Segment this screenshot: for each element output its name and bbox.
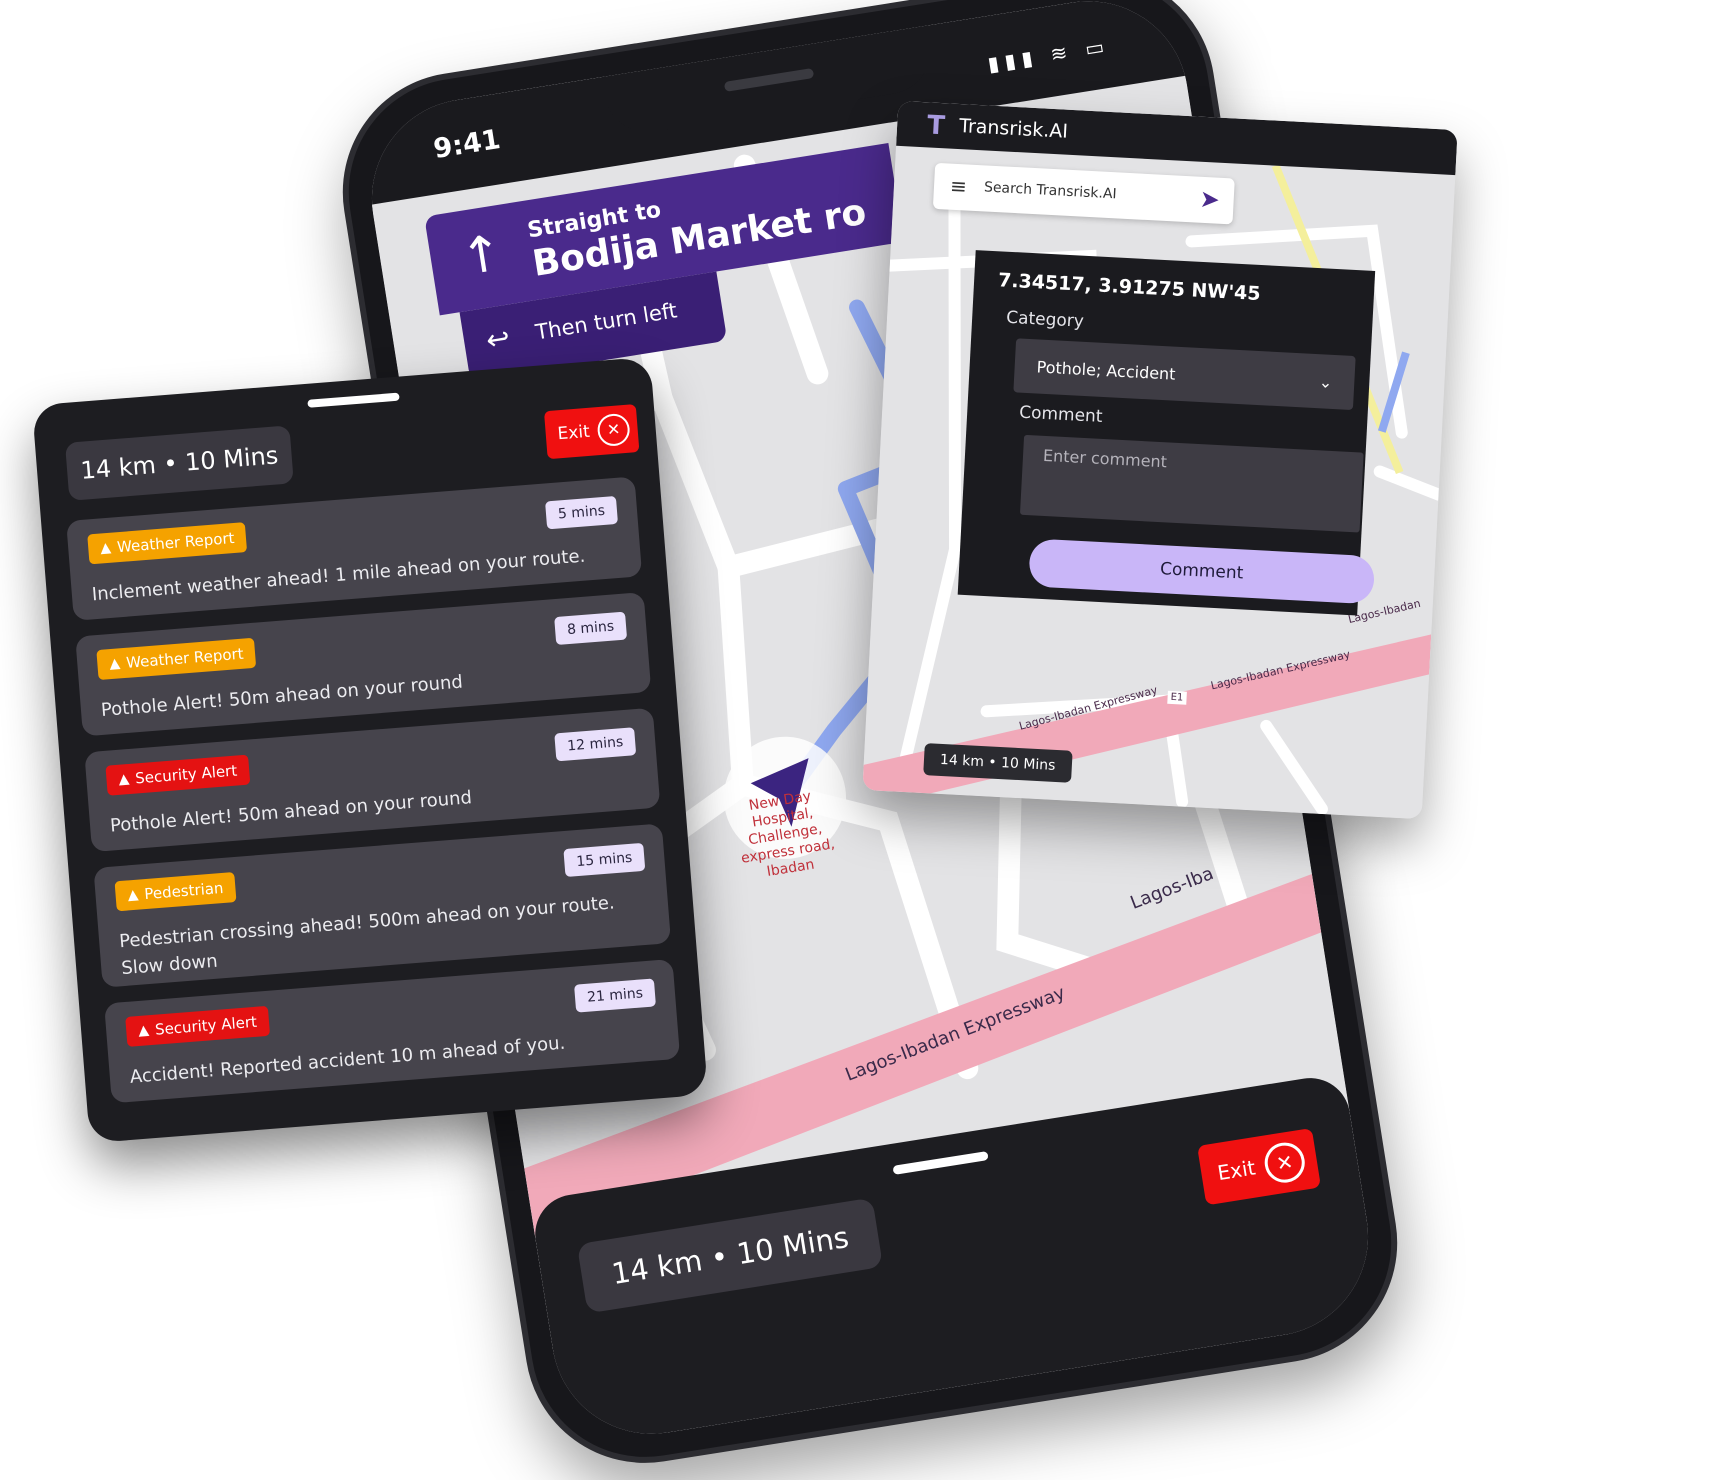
time-badge: 15 mins [563, 842, 646, 878]
up-arrow-icon: ↑ [456, 223, 508, 287]
turn-left-icon: ↩ [483, 320, 513, 358]
sheet-handle[interactable] [307, 392, 400, 408]
comment-button[interactable]: Comment [1028, 538, 1376, 605]
warning-icon: ▲ [137, 1022, 150, 1040]
exit-label: Exit [556, 421, 591, 445]
comment-label: Comment [1018, 402, 1103, 427]
category-badge: ▲ Weather Report [87, 522, 248, 565]
chevron-down-icon: ⌄ [1318, 371, 1333, 392]
comment-field[interactable]: Enter comment [1019, 434, 1364, 533]
report-form: 7.34517, 3.91275 NW'45 Category Pothole;… [957, 250, 1376, 616]
category-label: Category [1005, 307, 1085, 332]
alert-card[interactable]: ▲ Pedestrian 15 mins Pedestrian crossing … [93, 823, 672, 988]
status-time: 9:41 [431, 123, 503, 166]
alert-list: ▲ Weather Report 5 mins Inclement weather… [66, 476, 681, 1119]
road-code-badge: E1 [1167, 690, 1187, 705]
eta-pill: 14 km • 10 Mins [64, 425, 294, 501]
transrisk-logo-icon: T [926, 110, 946, 142]
category-label: Pedestrian [143, 878, 225, 904]
alerts-panel: 14 km • 10 Mins Exit ✕ ▲ Weather Report 5… [31, 356, 709, 1144]
next-turn-text: Then turn left [533, 298, 679, 345]
time-badge: 21 mins [574, 978, 656, 1013]
navigate-icon[interactable]: ➤ [1199, 185, 1221, 214]
category-badge: ▲ Security Alert [105, 754, 251, 796]
warning-icon: ▲ [99, 539, 112, 557]
eta-pill: 14 km • 10 Mins [576, 1197, 884, 1314]
speaker [723, 67, 815, 92]
close-circle-icon: ✕ [596, 412, 631, 448]
time-badge: 8 mins [554, 611, 628, 646]
category-label: Security Alert [134, 761, 238, 788]
category-badge: ▲ Weather Report [96, 637, 257, 681]
brand-name: Transrisk.AI [958, 115, 1069, 143]
category-label: Weather Report [116, 529, 236, 557]
warning-icon: ▲ [127, 886, 140, 904]
time-badge: 12 mins [554, 727, 637, 762]
category-label: Security Alert [154, 1012, 258, 1039]
exit-label: Exit [1215, 1155, 1257, 1186]
warning-icon: ▲ [117, 770, 130, 788]
category-select[interactable]: Pothole; Accident ⌄ [1013, 338, 1356, 411]
close-circle-icon: ✕ [1261, 1139, 1308, 1186]
category-label: Weather Report [125, 644, 245, 672]
menu-icon[interactable]: ≡ [949, 174, 967, 199]
category-badge: ▲ Security Alert [125, 1005, 270, 1047]
time-badge: 5 mins [544, 495, 619, 530]
warning-icon: ▲ [108, 655, 121, 673]
search-input[interactable]: Search Transrisk.AI [984, 179, 1117, 202]
report-panel: Lagos-Ibadan Expressway Lagos-Ibadan Exp… [862, 100, 1458, 820]
exit-button[interactable]: Exit ✕ [543, 404, 640, 460]
exit-button[interactable]: Exit ✕ [1197, 1127, 1322, 1206]
category-value: Pothole; Accident [1036, 356, 1176, 384]
category-badge: ▲ Pedestrian [114, 872, 237, 912]
signal-wifi-battery-icon: ▮▮▮ ≋ ▭ [986, 33, 1112, 77]
sheet-handle[interactable] [892, 1150, 989, 1175]
map-poi-label[interactable]: New Day Hospital, Challenge, express roa… [724, 785, 846, 886]
coordinates-readout: 7.34517, 3.91275 NW'45 [997, 269, 1262, 306]
